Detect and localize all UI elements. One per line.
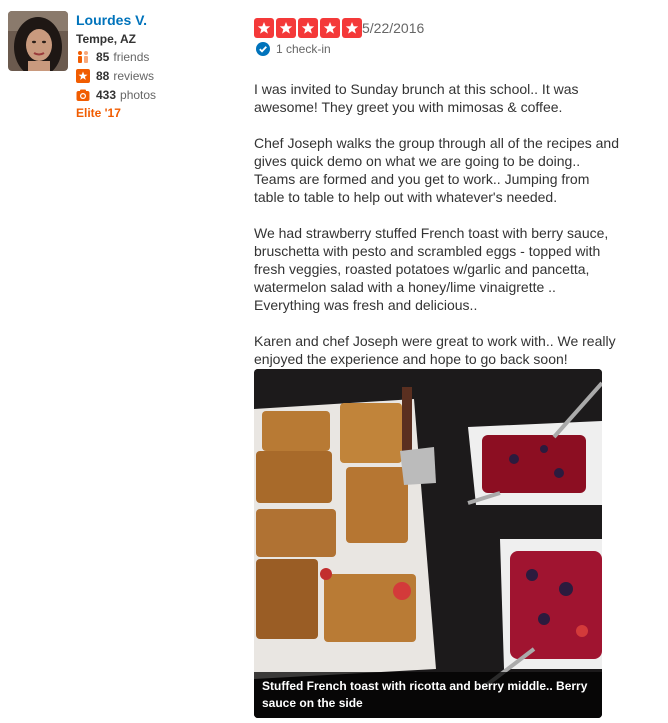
- checkin-text: 1 check-in: [276, 42, 331, 56]
- star-icon: [254, 18, 274, 38]
- review-paragraph: I was invited to Sunday brunch at this s…: [254, 81, 579, 115]
- friends-icon: [78, 51, 88, 63]
- review-paragraph: We had strawberry stuffed French toast w…: [254, 225, 609, 313]
- photos-label: photos: [120, 88, 157, 102]
- reviews-count: 88: [96, 69, 110, 83]
- review-text: I was invited to Sunday brunch at this s…: [254, 80, 644, 386]
- star-icon: [276, 18, 296, 38]
- user-name-link[interactable]: Lourdes V.: [76, 12, 147, 28]
- review-star-icon: [76, 69, 90, 83]
- french-toast-photo-image: [254, 369, 602, 718]
- reviews-label: reviews: [113, 69, 155, 83]
- review-paragraph: Chef Joseph walks the group through all …: [254, 135, 620, 205]
- star-icon: [342, 18, 362, 38]
- star-icon: [298, 18, 318, 38]
- star-icon: [320, 18, 340, 38]
- checkin-indicator: 1 check-in: [256, 42, 331, 56]
- photo-caption: Stuffed French toast with ricotta and be…: [254, 672, 602, 718]
- elite-badge[interactable]: Elite '17: [76, 106, 121, 120]
- review-date: 5/22/2016: [362, 20, 425, 36]
- review-photo[interactable]: Stuffed French toast with ricotta and be…: [254, 369, 602, 718]
- friends-count: 85: [96, 50, 110, 64]
- friends-stat: 85 friends: [76, 50, 149, 64]
- checkin-badge-icon: [256, 42, 270, 56]
- photos-stat: 433 photos: [76, 88, 156, 102]
- camera-icon: [76, 89, 90, 101]
- user-location: Tempe, AZ: [76, 32, 137, 46]
- review-paragraph: Karen and chef Joseph were great to work…: [254, 333, 616, 367]
- star-rating: [254, 18, 362, 38]
- friends-label: friends: [113, 50, 150, 64]
- photos-count: 433: [96, 88, 117, 102]
- avatar[interactable]: [8, 11, 68, 71]
- reviews-stat: 88 reviews: [76, 69, 154, 83]
